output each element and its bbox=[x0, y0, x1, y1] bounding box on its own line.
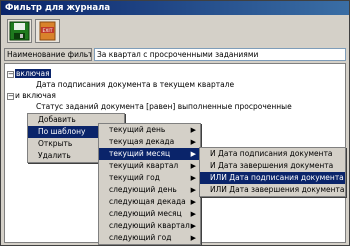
tree-node-label: и включая bbox=[15, 91, 56, 100]
collapse-icon[interactable]: − bbox=[7, 70, 14, 78]
tree-node-label: Дата подписания документа в текущем квар… bbox=[36, 80, 235, 89]
collapse-icon[interactable]: − bbox=[7, 92, 14, 100]
tree-node-label: Статус заданий документа [равен] выполне… bbox=[36, 102, 292, 111]
menu-item-next-day[interactable]: следующий день ▶ bbox=[99, 184, 200, 196]
filter-dialog: Фильтр для журнала EXIT Наименование фил… bbox=[0, 0, 350, 246]
exit-button[interactable]: EXIT bbox=[35, 19, 60, 43]
submenu-arrow-icon: ▶ bbox=[190, 198, 196, 206]
submenu-arrow-icon: ▶ bbox=[190, 150, 196, 158]
submenu-arrow-icon: ▶ bbox=[190, 162, 196, 170]
menu-item-current-year[interactable]: текущий год ▶ bbox=[99, 172, 200, 184]
menu-item-next-month[interactable]: следующий месяц ▶ bbox=[99, 208, 200, 220]
menu-item-current-month[interactable]: текущий месяц ▶ bbox=[99, 148, 200, 160]
tree-node-task-status[interactable]: Статус заданий документа [равен] выполне… bbox=[36, 101, 292, 112]
menu-item-next-year[interactable]: следующий год ▶ bbox=[99, 232, 200, 244]
window-title: Фильтр для журнала bbox=[5, 3, 111, 13]
tree-node-signing-date[interactable]: Дата подписания документа в текущем квар… bbox=[36, 79, 234, 90]
menu-item-next-decade[interactable]: следующая декада ▶ bbox=[99, 196, 200, 208]
menu-item-current-quarter[interactable]: текущий квартал ▶ bbox=[99, 160, 200, 172]
menu-item-and-signing-date[interactable]: И Дата подписания документа bbox=[200, 148, 345, 160]
field-submenu: И Дата подписания документа И Дата завер… bbox=[199, 147, 346, 197]
template-submenu: текущий день ▶ текущая декада ▶ текущий ме… bbox=[98, 123, 201, 245]
tree-node-and-including[interactable]: −и включая bbox=[7, 90, 56, 101]
filter-name-row: Наименование фильтра bbox=[4, 48, 346, 61]
tree-node-including[interactable]: − включая bbox=[7, 68, 51, 79]
menu-item-next-quarter[interactable]: следующий квартал ▶ bbox=[99, 220, 200, 232]
submenu-arrow-icon: ▶ bbox=[190, 126, 196, 134]
submenu-arrow-icon: ▶ bbox=[190, 138, 196, 146]
menu-item-current-decade[interactable]: текущая декада ▶ bbox=[99, 136, 200, 148]
submenu-arrow-icon: ▶ bbox=[190, 222, 196, 230]
submenu-arrow-icon: ▶ bbox=[190, 210, 196, 218]
filter-name-label: Наименование фильтра bbox=[4, 48, 92, 61]
floppy-disk-icon bbox=[9, 21, 30, 41]
menu-item-or-signing-date[interactable]: ИЛИ Дата подписания документа bbox=[200, 172, 345, 184]
menu-item-or-completion-date[interactable]: ИЛИ Дата завершения документа bbox=[200, 184, 345, 196]
tree-node-label: включая bbox=[15, 69, 51, 78]
save-button[interactable] bbox=[7, 19, 32, 43]
filter-name-input[interactable] bbox=[94, 48, 346, 61]
submenu-arrow-icon: ▶ bbox=[190, 234, 196, 242]
menu-item-and-completion-date[interactable]: И Дата завершения документа bbox=[200, 160, 345, 172]
submenu-arrow-icon: ▶ bbox=[190, 186, 196, 194]
exit-door-icon: EXIT bbox=[39, 21, 56, 41]
submenu-arrow-icon: ▶ bbox=[190, 174, 196, 182]
exit-label: EXIT bbox=[42, 28, 52, 34]
menu-item-current-day[interactable]: текущий день ▶ bbox=[99, 124, 200, 136]
title-bar: Фильтр для журнала bbox=[1, 1, 349, 15]
